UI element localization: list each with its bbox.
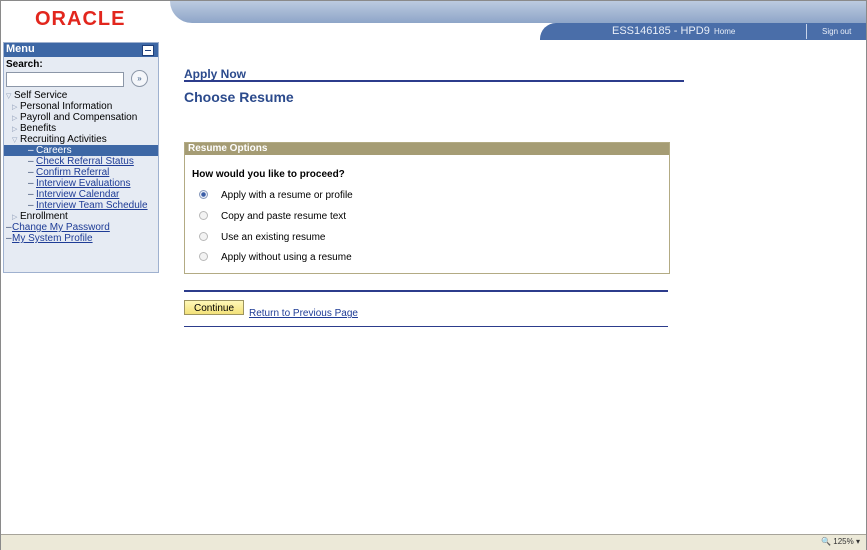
menu-item-personal-information[interactable]: ▷ Personal Information [4, 101, 158, 112]
menu-item-careers[interactable]: – Careers [4, 145, 158, 156]
zoom-control[interactable]: 🔍 125% ▾ [821, 537, 860, 546]
menu-item-interview-evaluations[interactable]: – Interview Evaluations [4, 178, 158, 189]
dash-icon: – [28, 145, 34, 156]
option-resume-profile[interactable]: Apply with a resume or profile [199, 189, 353, 201]
option-without-resume[interactable]: Apply without using a resume [199, 251, 352, 263]
menu-item-interview-team-schedule[interactable]: – Interview Team Schedule [4, 200, 158, 211]
menu-item-system-profile[interactable]: –My System Profile [4, 233, 158, 244]
home-link[interactable]: Home [714, 27, 735, 36]
radio-icon[interactable] [199, 231, 208, 241]
continue-button[interactable]: Continue [184, 300, 244, 315]
page-title: Choose Resume [184, 89, 294, 105]
resume-options-group: Resume Options How would you like to pro… [184, 142, 670, 274]
header-band [170, 1, 866, 23]
signout-link[interactable]: Sign out [822, 27, 851, 36]
dash-icon: – [28, 189, 34, 200]
radio-icon[interactable] [199, 251, 208, 261]
search-row: » [4, 70, 158, 90]
radio-icon[interactable] [199, 210, 208, 220]
dash-icon: – [28, 178, 34, 189]
menu-header: Menu [4, 43, 158, 57]
menu-item-check-referral[interactable]: – Check Referral Status [4, 156, 158, 167]
menu-item-interview-calendar[interactable]: – Interview Calendar [4, 189, 158, 200]
menu-item-enrollment[interactable]: ▷ Enrollment [4, 211, 158, 222]
menu-title: Menu [6, 43, 35, 55]
header-nav-bar: ESS146185 - HPD9 Home Sign out [540, 23, 866, 40]
return-link[interactable]: Return to Previous Page [249, 308, 358, 319]
status-bar: 🔍 125% ▾ [1, 534, 866, 550]
menu-item-change-password[interactable]: –Change My Password [4, 222, 158, 233]
search-label: Search: [6, 59, 43, 70]
menu-item-confirm-referral[interactable]: – Confirm Referral [4, 167, 158, 178]
collapse-icon[interactable] [142, 45, 154, 56]
menu-item-payroll[interactable]: ▷ Payroll and Compensation [4, 112, 158, 123]
header-divider [806, 24, 807, 39]
oracle-logo: ORACLE [35, 8, 126, 30]
dash-icon: – [28, 156, 34, 167]
menu-panel: Menu Search: » ▽ Self Service ▷ Personal I… [3, 42, 159, 273]
divider [184, 290, 668, 292]
logo-area: ORACLE [1, 1, 169, 35]
dash-icon: – [28, 167, 34, 178]
search-input[interactable] [6, 72, 124, 87]
divider [184, 80, 684, 82]
system-name: ESS146185 - HPD9 [612, 25, 710, 37]
menu-item-recruiting[interactable]: ▽ Recruiting Activities [4, 134, 158, 145]
group-title: Resume Options [185, 143, 669, 155]
menu-item-self-service[interactable]: ▽ Self Service [4, 90, 158, 101]
search-go-icon[interactable]: » [131, 70, 148, 87]
divider [184, 326, 668, 327]
option-existing-resume[interactable]: Use an existing resume [199, 231, 326, 243]
radio-selected-icon[interactable] [199, 189, 208, 199]
breadcrumb: Apply Now [184, 67, 246, 81]
menu-item-benefits[interactable]: ▷ Benefits [4, 123, 158, 134]
option-copy-paste[interactable]: Copy and paste resume text [199, 210, 346, 222]
dash-icon: – [28, 200, 34, 211]
question-label: How would you like to proceed? [192, 169, 345, 180]
